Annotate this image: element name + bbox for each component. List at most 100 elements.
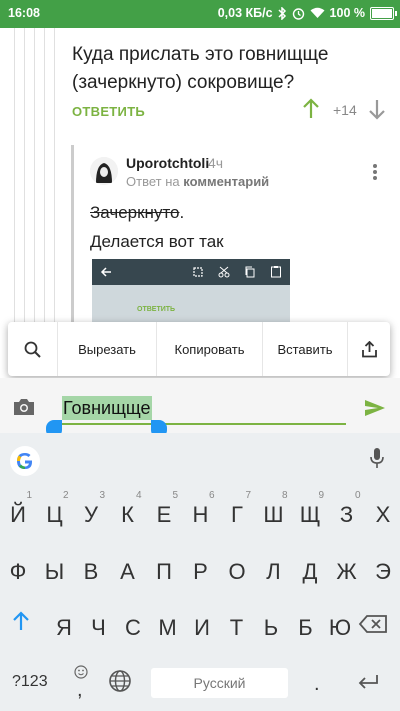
google-icon — [10, 446, 40, 476]
key-r1-2[interactable]: У3 — [71, 488, 111, 540]
more-vert-icon — [373, 164, 377, 180]
key-label: Ы — [44, 559, 65, 584]
key-r1-8[interactable]: Щ9 — [290, 488, 330, 540]
language-key[interactable] — [108, 669, 132, 698]
key-r2-1[interactable]: Ы — [35, 545, 75, 597]
key-label: Х — [375, 502, 391, 527]
key-r1-7[interactable]: Ш8 — [254, 488, 294, 540]
key-r2-6[interactable]: О — [217, 545, 257, 597]
network-speed: 0,03 КБ/с — [217, 6, 273, 20]
key-label: Ф — [9, 559, 27, 584]
backspace-key[interactable] — [358, 614, 388, 639]
upvote-button[interactable] — [302, 98, 320, 120]
key-r2-7[interactable]: Л — [254, 545, 294, 597]
embedded-back-icon — [100, 267, 111, 277]
key-r1-6[interactable]: Г7 — [217, 488, 257, 540]
key-r1-4[interactable]: Е5 — [144, 488, 184, 540]
embedded-toolbar — [92, 259, 290, 285]
keyboard-bottom-row: ?123 , Русский . — [0, 661, 400, 711]
reply-username[interactable]: Uporotchtoli — [126, 155, 209, 171]
cut-button[interactable]: Вырезать — [58, 322, 157, 376]
reply-strike-line: Зачеркнуто. — [90, 203, 184, 223]
copy-button[interactable]: Копировать — [157, 322, 263, 376]
key-r1-3[interactable]: К4 — [108, 488, 148, 540]
more-options-button[interactable] — [372, 163, 378, 186]
key-r1-0[interactable]: Й1 — [0, 488, 38, 540]
key-r2-8[interactable]: Д — [290, 545, 330, 597]
enter-key[interactable] — [356, 673, 380, 696]
keyboard: Й1Ц2У3К4Е5Н6Г7Ш8Щ9З0Х ФЫВАПРОЛДЖЭ ЯЧСМИТ… — [0, 433, 400, 711]
search-button[interactable] — [8, 322, 58, 376]
key-r1-5[interactable]: Н6 — [181, 488, 221, 540]
shift-arrow-icon — [13, 611, 29, 630]
camera-button[interactable] — [12, 397, 36, 422]
thread-line — [24, 28, 25, 328]
key-label: Ц — [46, 502, 63, 527]
key-label: В — [83, 559, 99, 584]
battery-text: 100 % — [329, 6, 365, 20]
comment-input-underline — [60, 423, 346, 425]
key-label: Э — [375, 559, 391, 584]
key-label: Ш — [263, 502, 284, 527]
comment-score: +14 — [333, 102, 357, 118]
key-label: П — [156, 559, 172, 584]
key-r2-2[interactable]: В — [71, 545, 111, 597]
period-key[interactable]: . — [314, 673, 320, 696]
google-button[interactable] — [9, 445, 41, 482]
key-r3-8[interactable]: Ю — [320, 601, 360, 653]
status-time: 16:08 — [8, 6, 40, 20]
key-r1-10[interactable]: Х — [363, 488, 400, 540]
key-label: А — [120, 559, 135, 584]
key-r2-3[interactable]: А — [108, 545, 148, 597]
key-label: З — [339, 502, 354, 527]
voice-input-button[interactable] — [370, 447, 384, 474]
arrow-down-icon — [369, 100, 385, 120]
share-icon — [361, 340, 377, 357]
key-hint: 0 — [354, 490, 361, 501]
avatar-image — [90, 157, 118, 185]
key-r2-10[interactable]: Э — [363, 545, 400, 597]
comment-input-selected-text: Говнищще — [62, 396, 152, 420]
comma-glyph: , — [77, 679, 83, 701]
symbols-key[interactable]: ?123 — [12, 673, 48, 691]
key-r2-0[interactable]: Ф — [0, 545, 38, 597]
reply-meta-link[interactable]: комментарий — [183, 174, 269, 189]
status-icons: 0,03 КБ/с 100 % — [217, 6, 397, 20]
microphone-icon — [370, 448, 384, 468]
key-label: Г — [231, 502, 243, 527]
key-hint: 8 — [281, 490, 288, 501]
reply-button[interactable]: ОТВЕТИТЬ — [72, 104, 145, 119]
send-button[interactable] — [364, 399, 386, 422]
avatar[interactable] — [90, 157, 118, 185]
key-r1-9[interactable]: З0 — [327, 488, 367, 540]
reply-text-line: Делается вот так — [90, 232, 224, 251]
key-r1-1[interactable]: Ц2 — [35, 488, 75, 540]
reply-indent-line — [71, 145, 74, 327]
key-r2-4[interactable]: П — [144, 545, 184, 597]
reply-meta: Ответ на комментарий — [126, 174, 269, 189]
share-button[interactable] — [348, 322, 390, 376]
space-key[interactable]: Русский — [151, 668, 288, 698]
embedded-screenshot[interactable]: ОТВЕТИТЬ — [92, 259, 290, 327]
key-label: Д — [302, 559, 318, 584]
key-r2-5[interactable]: Р — [181, 545, 221, 597]
shift-key[interactable] — [11, 610, 31, 637]
paste-button[interactable]: Вставить — [263, 322, 348, 376]
embedded-cut-icon — [218, 266, 230, 278]
key-hint: 3 — [99, 490, 105, 501]
key-label: Н — [192, 502, 209, 527]
emoji-icon — [74, 665, 88, 679]
comma-emoji-key[interactable]: , — [70, 665, 90, 705]
parent-comment-text: Куда прислать это говнищще (зачеркнуто) … — [72, 44, 329, 93]
key-label: Р — [193, 559, 208, 584]
alarm-icon — [292, 7, 304, 20]
downvote-button[interactable] — [368, 98, 386, 120]
key-r2-9[interactable]: Ж — [327, 545, 367, 597]
status-bar: 16:08 0,03 КБ/с 100 % — [0, 0, 400, 28]
thread-line — [54, 28, 55, 328]
key-hint: 9 — [318, 490, 324, 501]
battery-icon — [370, 6, 397, 20]
key-hint: 4 — [135, 490, 142, 501]
embedded-body — [92, 285, 290, 327]
key-hint: 1 — [26, 490, 32, 501]
